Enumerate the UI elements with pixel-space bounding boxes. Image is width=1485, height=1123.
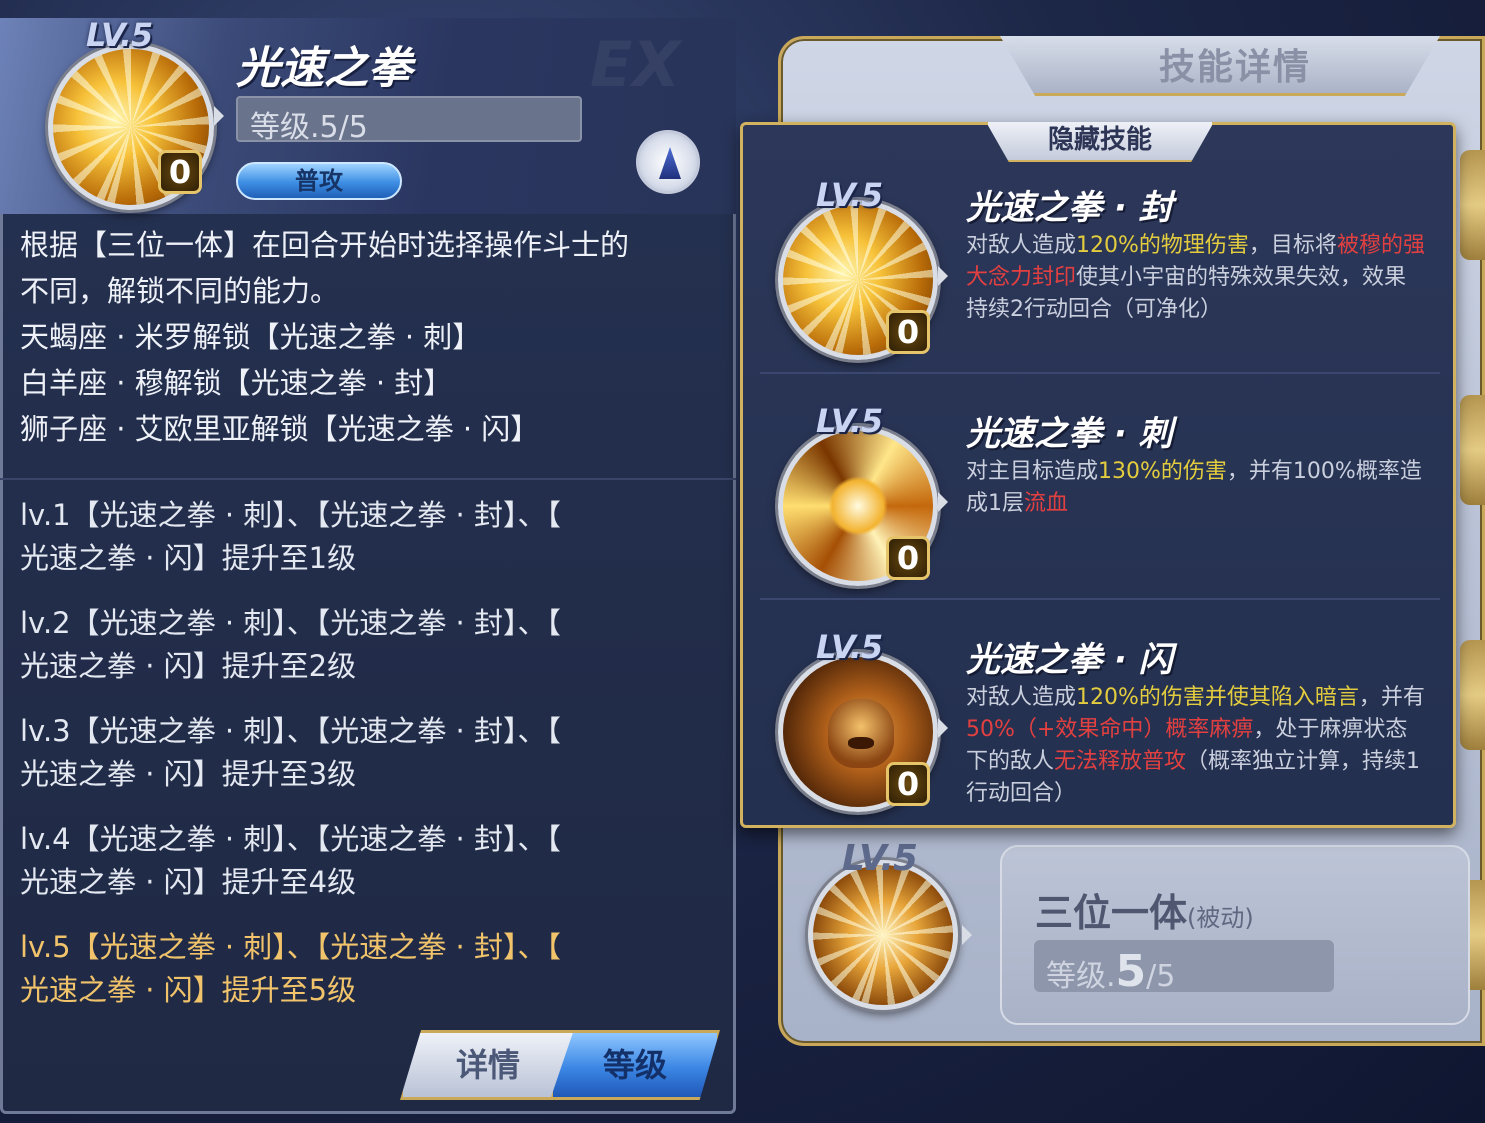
hidden-skill-level-label: LV.5 <box>816 628 883 666</box>
highlight-effect: 50%（+效果命中）概率麻痹 <box>966 717 1254 742</box>
desc-text: 对敌人造成 <box>966 685 1077 710</box>
panel-tabs: 详情 等级 <box>400 1030 720 1100</box>
skill-description: 根据【三位一体】在回合开始时选择操作斗士的 不同，解锁不同的能力。 天蝎座 · … <box>20 222 720 452</box>
skill-detail-title: 技能详情 <box>1158 47 1311 88</box>
level-entry: lv.1【光速之拳 · 刺】、【光速之拳 · 封】、【 光速之拳 · 闪】提升至1… <box>20 498 561 575</box>
level-entry: lv.2【光速之拳 · 刺】、【光速之拳 · 封】、【 光速之拳 · 闪】提升至2… <box>20 606 561 683</box>
star-count-badge: 0 <box>886 536 930 580</box>
side-tab[interactable] <box>1460 395 1485 505</box>
star-count-badge: 0 <box>886 310 930 354</box>
level-entry: lv.4【光速之拳 · 刺】、【光速之拳 · 封】、【 光速之拳 · 闪】提升至4… <box>20 822 561 899</box>
highlight-effect: 无法释放普攻 <box>1054 749 1187 774</box>
side-tab[interactable] <box>1460 150 1485 260</box>
ex-watermark-icon: EX <box>590 28 681 101</box>
highlight-value: 130%的伤害 <box>1098 459 1227 484</box>
desc-text: 对敌人造成 <box>966 233 1077 258</box>
arrow-icon <box>214 106 224 126</box>
description-line: 天蝎座 · 米罗解锁【光速之拳 · 刺】 <box>20 320 482 354</box>
skill-type-badge: 普攻 <box>236 162 402 200</box>
passive-skill-icon[interactable] <box>808 860 958 1010</box>
hidden-skill-desc: 对敌人造成120%的物理伤害，目标将被穆的强大念力封印使其小宇宙的特殊效果失效，… <box>966 230 1426 326</box>
main-skill-level-bar: 等级.5/5 <box>236 96 582 145</box>
tab-detail[interactable]: 详情 <box>400 1030 576 1100</box>
desc-text: 对主目标造成 <box>966 459 1099 484</box>
arrow-icon <box>938 718 948 738</box>
faction-icon[interactable] <box>636 130 700 194</box>
description-line: 白羊座 · 穆解锁【光速之拳 · 封】 <box>20 366 453 400</box>
main-skill-level-label: LV.5 <box>86 16 153 54</box>
highlight-value: 120%的伤害并使其陷入暗言 <box>1076 685 1359 710</box>
desc-text: ，并有 <box>1358 685 1425 710</box>
star-count-badge: 0 <box>158 150 202 194</box>
main-skill-name: 光速之拳 <box>236 43 412 94</box>
hidden-skill-desc: 对敌人造成120%的伤害并使其陷入暗言，并有50%（+效果命中）概率麻痹，处于麻… <box>966 682 1426 810</box>
divider <box>760 372 1440 374</box>
level-entry-current: lv.5【光速之拳 · 刺】、【光速之拳 · 封】、【 光速之拳 · 闪】提升至5… <box>20 930 561 1007</box>
arrow-icon <box>938 266 948 286</box>
divider <box>0 478 736 480</box>
desc-text: ，目标将 <box>1248 233 1337 258</box>
side-tab[interactable] <box>1460 640 1485 750</box>
description-line: 根据【三位一体】在回合开始时选择操作斗士的 <box>20 228 630 262</box>
description-line: 不同，解锁不同的能力。 <box>20 274 340 308</box>
hidden-skill-desc: 对主目标造成130%的伤害，并有100%概率造成1层流血 <box>966 456 1426 520</box>
level-entry: lv.3【光速之拳 · 刺】、【光速之拳 · 封】、【 光速之拳 · 闪】提升至3… <box>20 714 561 791</box>
star-count-badge: 0 <box>886 762 930 806</box>
description-line: 狮子座 · 艾欧里亚解锁【光速之拳 · 闪】 <box>20 412 540 446</box>
hidden-skill-name: 光速之拳 · 封 <box>966 188 1173 228</box>
hidden-skill-name: 光速之拳 · 刺 <box>966 414 1173 454</box>
arrow-icon <box>962 925 972 945</box>
passive-skill-level-label: LV.5 <box>842 838 918 879</box>
hidden-skills-header: 隐藏技能 <box>986 122 1214 162</box>
tab-level[interactable]: 等级 <box>550 1030 720 1100</box>
passive-skill-name: 三位一体(被动) <box>1035 891 1254 935</box>
highlight-value: 120%的物理伤害 <box>1076 233 1249 258</box>
passive-skill-level-bar: 等级.5/5 <box>1034 940 1334 997</box>
hidden-skill-level-label: LV.5 <box>816 402 883 440</box>
hidden-skill-level-label: LV.5 <box>816 176 883 214</box>
highlight-effect: 流血 <box>1024 491 1069 516</box>
arrow-icon <box>938 492 948 512</box>
divider <box>760 598 1440 600</box>
hidden-skill-name: 光速之拳 · 闪 <box>966 640 1173 680</box>
